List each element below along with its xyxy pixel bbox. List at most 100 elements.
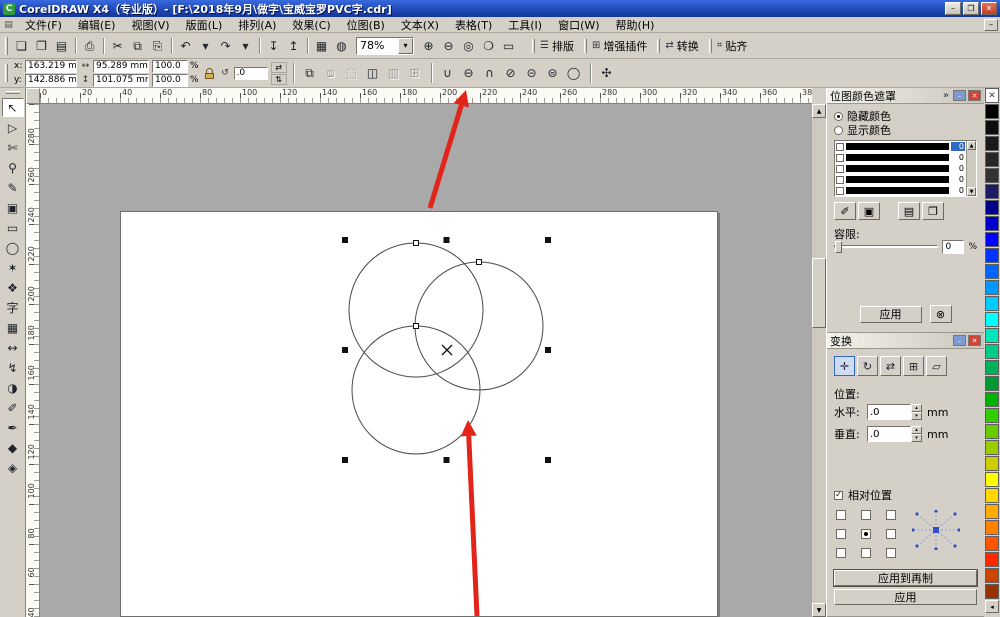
- docker-minimize-button[interactable]: –: [953, 90, 966, 101]
- copy-icon[interactable]: ⧉: [128, 36, 147, 55]
- mask-checkbox[interactable]: [836, 164, 844, 173]
- color-swatch[interactable]: [985, 456, 999, 471]
- eyedropper-tool[interactable]: ✐: [2, 398, 24, 417]
- color-swatch[interactable]: [985, 392, 999, 407]
- color-swatch[interactable]: [985, 184, 999, 199]
- scale-vertical-input[interactable]: 100.0: [152, 73, 188, 87]
- simplify-button[interactable]: ⊘: [501, 62, 521, 84]
- redo-dropdown-icon[interactable]: ▾: [236, 36, 255, 55]
- polygon-tool[interactable]: ✶: [2, 258, 24, 277]
- docker-close-button[interactable]: ✕: [968, 90, 981, 101]
- menu-item[interactable]: 编辑(E): [70, 17, 124, 32]
- text-tool[interactable]: 字: [2, 298, 24, 317]
- rectangle-tool[interactable]: ▭: [2, 218, 24, 237]
- redo-icon[interactable]: ↷: [216, 36, 235, 55]
- color-swatch[interactable]: [985, 488, 999, 503]
- menu-item[interactable]: 工具(I): [500, 17, 550, 32]
- anchor-point-checkbox[interactable]: [886, 548, 896, 558]
- smart-fill-tool[interactable]: ▣: [2, 198, 24, 217]
- menu-item[interactable]: 视图(V): [123, 17, 177, 32]
- enhanced-plugins-button[interactable]: ⊞ 增强插件: [579, 36, 652, 56]
- apply-transform-button[interactable]: 应用: [834, 589, 977, 605]
- shape-tool[interactable]: ▷: [2, 118, 24, 137]
- color-swatch[interactable]: [985, 344, 999, 359]
- trim-button[interactable]: ⊖: [459, 62, 479, 84]
- vertical-ruler[interactable]: 280 260 240 220 200 180 160 140 120 100 80 60 40: [26, 104, 40, 617]
- layout-plugin-button[interactable]: ☰ 排版: [527, 36, 579, 56]
- zoom-tool[interactable]: ⚲: [2, 158, 24, 177]
- delete-mask-button[interactable]: ⊗: [929, 305, 952, 323]
- color-swatch[interactable]: [985, 440, 999, 455]
- docker-collapse-icon[interactable]: »: [941, 90, 951, 101]
- weld-button[interactable]: ∪: [438, 62, 458, 84]
- color-swatch[interactable]: [985, 584, 999, 599]
- vertical-input[interactable]: .0: [867, 426, 911, 442]
- blend-tool[interactable]: ◑: [2, 378, 24, 397]
- color-swatch[interactable]: [985, 552, 999, 567]
- color-swatch[interactable]: [985, 120, 999, 135]
- anchor-point-checkbox[interactable]: [861, 510, 871, 520]
- color-swatch[interactable]: [985, 248, 999, 263]
- mask-checkbox[interactable]: [836, 175, 844, 184]
- save-icon[interactable]: ▤: [52, 36, 71, 55]
- zoom-selected-icon[interactable]: ◎: [459, 36, 478, 55]
- open-icon[interactable]: ❐: [32, 36, 51, 55]
- ungroup-all-button[interactable]: ⬚: [342, 62, 362, 84]
- import-icon[interactable]: ↧: [264, 36, 283, 55]
- anchor-point-checkbox[interactable]: [836, 548, 846, 558]
- group-button[interactable]: ⧉: [300, 62, 320, 84]
- zoom-all-objects-icon[interactable]: ❍: [479, 36, 498, 55]
- color-swatch[interactable]: [985, 104, 999, 119]
- transform-skew-tab[interactable]: ▱: [926, 356, 947, 376]
- scroll-down-icon[interactable]: ▼: [967, 187, 976, 196]
- object-y-position-input[interactable]: 142.886 mm: [25, 73, 77, 87]
- canvas-vertical-scrollbar[interactable]: ▲ ▼: [812, 104, 826, 617]
- color-mask-row[interactable]: 0: [835, 152, 966, 163]
- zoom-page-icon[interactable]: ▭: [499, 36, 518, 55]
- docker-close-button[interactable]: ✕: [968, 335, 981, 346]
- application-launcher-icon[interactable]: ▦: [312, 36, 331, 55]
- relative-position-checkbox[interactable]: ✓ 相对位置: [834, 488, 977, 502]
- show-colors-radio[interactable]: 显示颜色: [834, 123, 977, 137]
- hide-colors-radio[interactable]: 隐藏颜色: [834, 109, 977, 123]
- convert-to-curves-button[interactable]: ✣: [597, 62, 617, 84]
- menu-item[interactable]: 窗口(W): [550, 17, 607, 32]
- slider-thumb[interactable]: [835, 241, 842, 253]
- scrollbar-thumb[interactable]: [812, 258, 826, 328]
- color-swatch[interactable]: [985, 216, 999, 231]
- anchor-point-checkbox[interactable]: [886, 529, 896, 539]
- undo-icon[interactable]: ↶: [176, 36, 195, 55]
- color-swatch[interactable]: [985, 136, 999, 151]
- scroll-up-button[interactable]: ▲: [812, 104, 826, 118]
- color-swatch[interactable]: [985, 408, 999, 423]
- menu-item[interactable]: 文本(X): [393, 17, 447, 32]
- align-and-distribute-button[interactable]: ⊞: [405, 62, 425, 84]
- scroll-down-button[interactable]: ▼: [812, 603, 826, 617]
- transform-docker-header[interactable]: 变换 – ✕: [827, 333, 984, 349]
- color-swatch[interactable]: [985, 376, 999, 391]
- convert-plugin-button[interactable]: ⇄ 转换: [652, 36, 703, 56]
- color-swatch[interactable]: [985, 536, 999, 551]
- mask-checkbox[interactable]: [836, 153, 844, 162]
- outline-tool[interactable]: ✒: [2, 418, 24, 437]
- anchor-point-checkbox[interactable]: [836, 510, 846, 520]
- transform-scale-mirror-tab[interactable]: ⇄: [880, 356, 901, 376]
- minimize-button[interactable]: –: [945, 2, 961, 15]
- transform-position-tab[interactable]: ✛: [834, 356, 855, 376]
- tolerance-slider[interactable]: [834, 241, 939, 253]
- break-apart-button[interactable]: ▥: [384, 62, 404, 84]
- menu-item[interactable]: 效果(C): [284, 17, 338, 32]
- color-swatch[interactable]: [985, 328, 999, 343]
- palette-expand-button[interactable]: ◂: [985, 600, 999, 613]
- mirror-vertical-button[interactable]: ⇅: [270, 73, 287, 85]
- object-height-input[interactable]: 101.075 mm: [93, 73, 149, 87]
- mask-checkbox[interactable]: [836, 186, 844, 195]
- color-swatch[interactable]: [985, 424, 999, 439]
- front-minus-back-button[interactable]: ⊝: [522, 62, 542, 84]
- color-swatch[interactable]: [985, 360, 999, 375]
- horizontal-spin-down-button[interactable]: ▾: [911, 412, 922, 420]
- menu-item[interactable]: 位图(B): [339, 17, 393, 32]
- menu-item[interactable]: 版面(L): [178, 17, 231, 32]
- tolerance-input[interactable]: 0: [942, 239, 965, 254]
- color-swatch[interactable]: [985, 312, 999, 327]
